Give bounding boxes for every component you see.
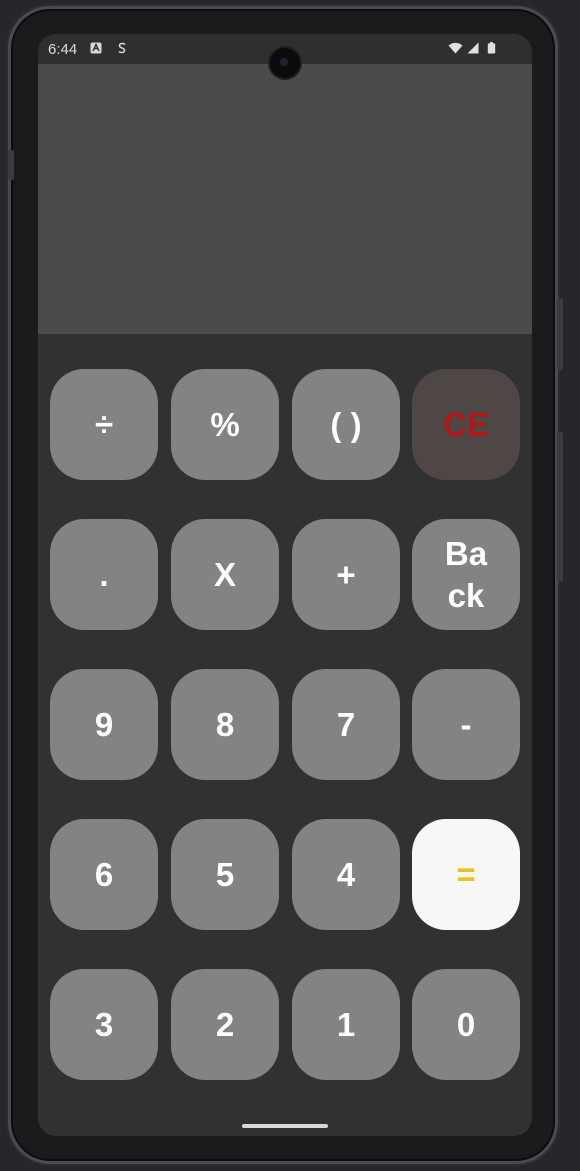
backspace-button[interactable]: Back xyxy=(412,519,520,630)
percent-button[interactable]: % xyxy=(171,369,279,480)
divide-button[interactable]: ÷ xyxy=(50,369,158,480)
wifi-icon xyxy=(448,42,463,54)
parentheses-button[interactable]: ( ) xyxy=(292,369,400,480)
clear-entry-button[interactable]: CE xyxy=(412,369,520,480)
digit-1-button[interactable]: 1 xyxy=(292,969,400,1080)
signal-icon xyxy=(467,42,479,54)
subtract-button[interactable]: - xyxy=(412,669,520,780)
power-button xyxy=(557,432,563,582)
decimal-button[interactable]: . xyxy=(50,519,158,630)
digit-2-button[interactable]: 2 xyxy=(171,969,279,1080)
digit-7-button[interactable]: 7 xyxy=(292,669,400,780)
digit-6-button[interactable]: 6 xyxy=(50,819,158,930)
digit-8-button[interactable]: 8 xyxy=(171,669,279,780)
digit-5-button[interactable]: 5 xyxy=(171,819,279,930)
volume-button xyxy=(557,298,563,370)
status-time: 6:44 xyxy=(48,41,78,58)
calculator-display xyxy=(38,64,532,334)
equals-button[interactable]: = xyxy=(412,819,520,930)
digit-9-button[interactable]: 9 xyxy=(50,669,158,780)
digit-4-button[interactable]: 4 xyxy=(292,819,400,930)
phone-screen: 6:44 ÷ % ( ) CE . X + Back 9 8 7 - 6 5 4… xyxy=(38,34,532,1136)
multiply-button[interactable]: X xyxy=(171,519,279,630)
s-icon xyxy=(118,42,126,54)
digit-3-button[interactable]: 3 xyxy=(50,969,158,1080)
home-gesture-bar[interactable] xyxy=(242,1124,328,1128)
add-button[interactable]: + xyxy=(292,519,400,630)
left-side-button xyxy=(8,150,14,180)
battery-icon xyxy=(487,42,496,54)
digit-0-button[interactable]: 0 xyxy=(412,969,520,1080)
a-badge-icon xyxy=(90,42,102,54)
front-camera xyxy=(270,48,300,78)
